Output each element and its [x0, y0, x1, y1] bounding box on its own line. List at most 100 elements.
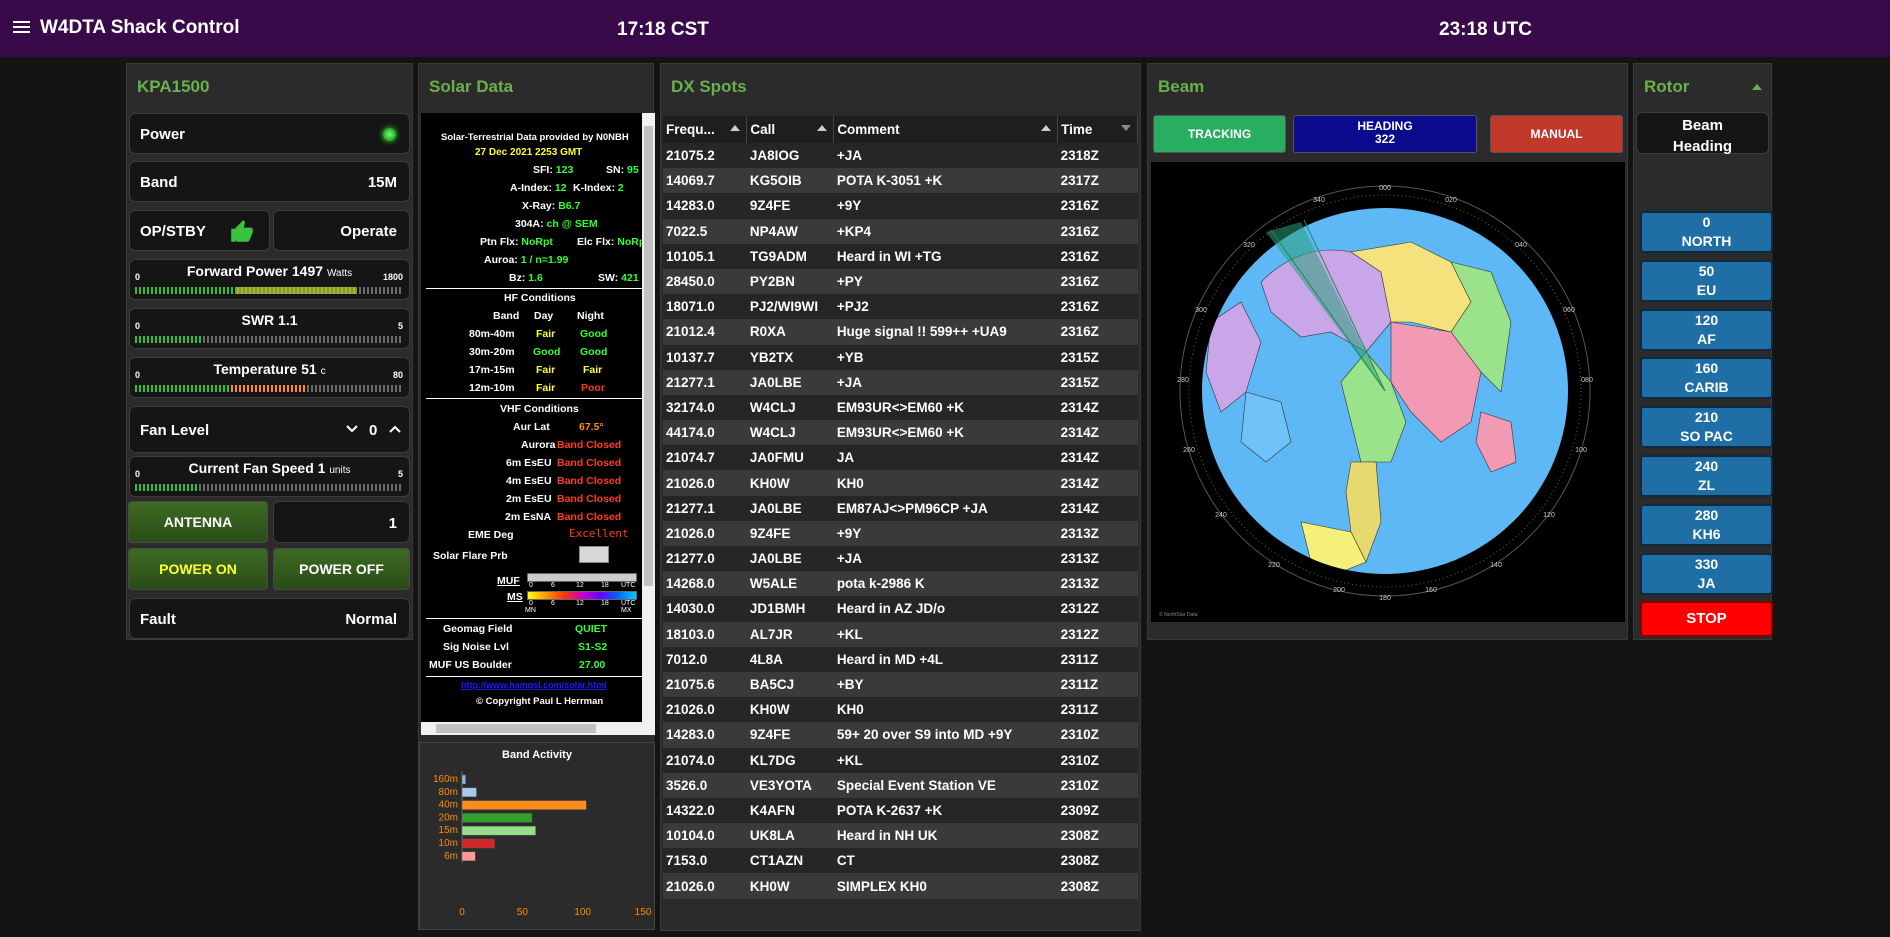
- column-header-call[interactable]: Call: [746, 116, 835, 143]
- preset-name: SO PAC: [1680, 428, 1733, 445]
- table-row[interactable]: 14069.7 KG5OIB POTA K-3051 +K 2317Z: [663, 168, 1138, 194]
- cell-frequency: 21075.2: [663, 143, 747, 169]
- table-row[interactable]: 10137.7 YB2TX +YB 2315Z: [663, 344, 1138, 370]
- cell-comment: CT: [833, 848, 1058, 874]
- muf-tick: 0: [529, 600, 533, 607]
- rotor-preset-so-pac[interactable]: 210 SO PAC: [1640, 406, 1773, 449]
- swr-meter: SWR 1.1 0 5: [129, 308, 410, 349]
- column-header-comment[interactable]: Comment: [833, 116, 1059, 143]
- local-time: 17:18 CST: [617, 19, 709, 40]
- vertical-scrollbar[interactable]: [642, 113, 655, 722]
- horizontal-scrollbar[interactable]: [421, 722, 655, 735]
- table-row[interactable]: 14030.0 JD1BMH Heard in AZ JD/o 2312Z: [663, 596, 1138, 622]
- table-row[interactable]: 7022.5 NP4AW +KP4 2316Z: [663, 218, 1138, 244]
- table-row[interactable]: 21074.0 KL7DG +KL 2310Z: [663, 747, 1138, 773]
- cell-call: R0XA: [746, 319, 834, 345]
- table-row[interactable]: 21277.1 JA0LBE EM87AJ<>PM96CP +JA 2314Z: [663, 495, 1138, 521]
- vhf-value: Band Closed: [557, 511, 622, 523]
- table-row[interactable]: 21074.7 JA0FMU JA 2314Z: [663, 445, 1138, 471]
- rotor-preset-af[interactable]: 120 AF: [1640, 308, 1773, 351]
- meter-fill: [135, 336, 202, 343]
- table-row[interactable]: 21075.6 BA5CJ +BY 2311Z: [663, 671, 1138, 698]
- table-row[interactable]: 14283.0 9Z4FE +9Y 2316Z: [663, 193, 1138, 219]
- table-row[interactable]: 18103.0 AL7JR +KL 2312Z: [663, 621, 1138, 647]
- table-row[interactable]: 21012.4 R0XA Huge signal !! 599++ +UA9 2316…: [663, 319, 1138, 345]
- rotor-preset-eu[interactable]: 50 EU: [1640, 259, 1773, 302]
- column-header-time[interactable]: Time: [1057, 116, 1138, 143]
- category-label: 10m: [439, 838, 458, 849]
- map-credit: © NorthStar Data: [1159, 611, 1198, 618]
- stop-button[interactable]: STOP: [1640, 601, 1773, 637]
- sig-noise-value: S1-S2: [578, 641, 608, 653]
- cell-comment: pota k-2986 K: [833, 571, 1058, 597]
- rotor-preset-ja[interactable]: 330 JA: [1640, 552, 1773, 595]
- rotor-preset-kh6[interactable]: 280 KH6: [1640, 503, 1773, 546]
- table-row[interactable]: 44174.0 W4CLJ EM93UR<>EM60 +K 2314Z: [663, 420, 1138, 446]
- sort-up-icon: [1041, 125, 1052, 131]
- table-row[interactable]: 21075.2 JA8IOG +JA 2318Z: [663, 143, 1138, 169]
- column-header-frequency[interactable]: Frequ...: [663, 116, 748, 143]
- fault-value: Normal: [345, 611, 397, 628]
- table-row[interactable]: 21277.0 JA0LBE +JA 2313Z: [663, 546, 1138, 572]
- table-row[interactable]: 28450.0 PY2BN +PY 2316Z: [663, 268, 1138, 295]
- preset-degrees: 0: [1702, 214, 1711, 230]
- azimuth-tick: 160: [1425, 587, 1437, 594]
- table-row[interactable]: 3526.0 VE3YOTA Special Event Station VE 231…: [663, 772, 1138, 798]
- cell-call: JA8IOG: [746, 143, 834, 169]
- azimuth-tick: 020: [1445, 197, 1457, 204]
- table-row[interactable]: 21026.0 KH0W KH0 2311Z: [663, 697, 1138, 723]
- table-row[interactable]: 21277.1 JA0LBE +JA 2315Z: [663, 369, 1138, 395]
- hf-band: 30m-20m: [469, 346, 515, 358]
- menu-icon[interactable]: [13, 21, 30, 34]
- cell-comment: +JA: [833, 143, 1058, 169]
- table-row[interactable]: 21026.0 KH0W KH0 2314Z: [663, 470, 1138, 496]
- scrollbar-thumb[interactable]: [436, 724, 596, 733]
- opstby-button[interactable]: OP/STBY: [129, 210, 270, 251]
- antenna-number: 1: [388, 515, 397, 532]
- kindex-label: K-Index:: [573, 182, 615, 194]
- category-label: 6m: [444, 851, 458, 862]
- a304-value: ch @ SEM: [546, 218, 598, 230]
- table-row[interactable]: 21026.0 9Z4FE +9Y 2313Z: [663, 520, 1138, 546]
- vhf-value: Band Closed: [557, 493, 622, 505]
- table-row[interactable]: 32174.0 W4CLJ EM93UR<>EM60 +K 2314Z: [663, 394, 1138, 421]
- cell-comment: Heard in NH UK: [833, 823, 1058, 849]
- cell-time: 2314Z: [1057, 470, 1138, 496]
- collapse-chevron-up-icon[interactable]: [1752, 83, 1762, 91]
- chevron-down-icon[interactable]: [346, 424, 358, 434]
- power-on-button[interactable]: POWER ON: [128, 548, 268, 590]
- manual-label: MANUAL: [1530, 127, 1583, 141]
- antenna-button[interactable]: ANTENNA: [128, 501, 268, 543]
- sfi-value: 123: [555, 164, 574, 176]
- rotor-preset-carib[interactable]: 160 CARIB: [1640, 357, 1773, 400]
- table-row[interactable]: 21026.0 KH0W SIMPLEX KH0 2308Z: [663, 873, 1138, 899]
- panel-title: DX Spots: [671, 77, 747, 96]
- thumbs-up-icon: [231, 220, 253, 242]
- rotor-preset-north[interactable]: 0 NORTH: [1640, 211, 1773, 253]
- table-row[interactable]: 18071.0 PJ2/WI9WI +PJ2 2316Z: [663, 294, 1138, 320]
- cell-call: CT1AZN: [746, 848, 834, 874]
- table-row[interactable]: 14283.0 9Z4FE 59+ 20 over S9 into MD +9Y 23…: [663, 722, 1138, 748]
- table-row[interactable]: 14322.0 K4AFN POTA K-2637 +K 2309Z: [663, 797, 1138, 824]
- top-bar: W4DTA Shack Control 17:18 CST 23:18 UTC: [0, 0, 1890, 57]
- table-row[interactable]: 14268.0 W5ALE pota k-2986 K 2313Z: [663, 571, 1138, 597]
- manual-button[interactable]: MANUAL: [1490, 115, 1623, 153]
- table-row[interactable]: 10104.0 UK8LA Heard in NH UK 2308Z: [663, 823, 1138, 849]
- cell-frequency: 14283.0: [663, 722, 747, 748]
- table-row[interactable]: 7012.0 4L8A Heard in MD +4L 2311Z: [663, 646, 1138, 672]
- table-row[interactable]: 10105.1 TG9ADM Heard in WI +TG 2316Z: [663, 243, 1138, 269]
- chevron-up-icon[interactable]: [389, 424, 401, 434]
- azimuth-map[interactable]: 000 020 340 040 320 060 300 080 280 100 …: [1151, 162, 1625, 622]
- preset-name: KH6: [1692, 525, 1721, 542]
- cell-frequency: 3526.0: [663, 772, 747, 798]
- solar-link[interactable]: http://www.hamqsl.com/solar.html: [461, 680, 607, 690]
- band-row[interactable]: Band 15M: [129, 161, 410, 202]
- forward-power-meter: Forward Power 1497 Watts 0 1800: [129, 259, 410, 300]
- temperature-title: Temperature 51: [213, 361, 317, 377]
- scrollbar-thumb[interactable]: [644, 126, 653, 586]
- rotor-preset-zl[interactable]: 240 ZL: [1640, 455, 1773, 497]
- tracking-button[interactable]: TRACKING: [1153, 115, 1286, 153]
- power-off-button[interactable]: POWER OFF: [273, 548, 410, 590]
- heading-value: 322: [1374, 132, 1396, 147]
- table-row[interactable]: 7153.0 CT1AZN CT 2308Z: [663, 848, 1138, 874]
